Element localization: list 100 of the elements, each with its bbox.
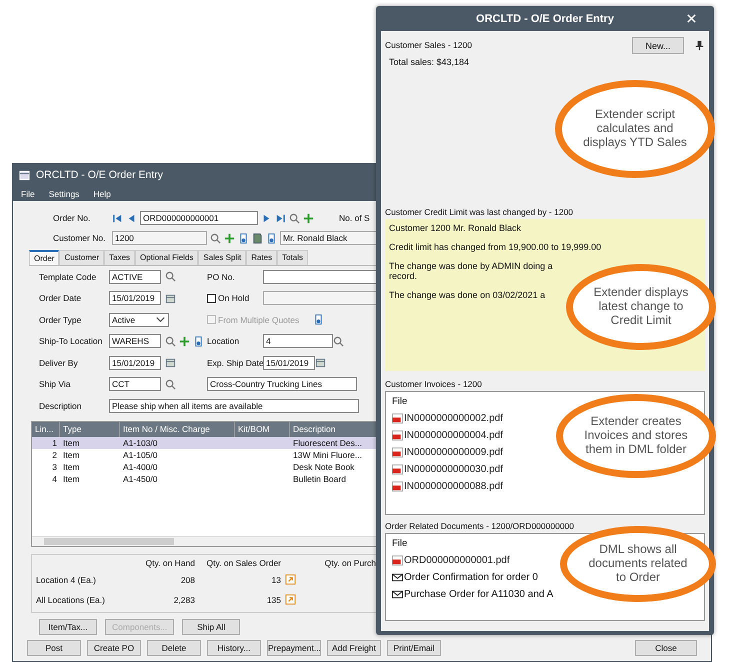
document-icon[interactable] (193, 336, 204, 347)
note-text: record. (389, 271, 418, 281)
menu-item[interactable]: Help (93, 188, 111, 198)
table-cell-text: 3 (51, 460, 58, 472)
section-heading: Customer Invoices - 1200 (385, 379, 483, 389)
tab[interactable]: Rates (246, 250, 278, 265)
tab[interactable]: Taxes (104, 250, 136, 265)
button[interactable]: Ship All (182, 618, 240, 634)
calendar-icon[interactable] (165, 292, 176, 304)
note-text: Credit limit has changed from 19,900.00 to 19,999.00 (389, 242, 602, 252)
table-cell-text: 2,283 (172, 594, 195, 604)
tab[interactable]: Order (29, 250, 60, 265)
table-cell-text: Bulletin Board (292, 472, 347, 484)
document-icon[interactable] (238, 232, 249, 244)
next-record-icon[interactable] (261, 212, 272, 224)
checkbox[interactable] (207, 294, 216, 303)
input-field[interactable]: 1200 (112, 231, 207, 245)
field-label: Deliver By (39, 358, 79, 368)
menu-item[interactable]: File (21, 188, 35, 198)
input-field[interactable]: Cross-Country Trucking Lines (207, 377, 357, 392)
envelope-icon (392, 589, 403, 600)
button[interactable]: Item/Tax... (39, 618, 97, 634)
table-row[interactable]: 4 Item A1-450/0 Bulletin Board (32, 472, 376, 484)
tab[interactable]: Sales Split (198, 250, 246, 265)
window-icon (19, 170, 30, 180)
field-label: Ship-To Location (39, 336, 104, 346)
input-field[interactable]: 4 (263, 334, 333, 348)
column-header: File (392, 538, 408, 549)
input-field[interactable] (263, 270, 377, 284)
search-icon[interactable] (165, 336, 176, 347)
search-icon[interactable] (289, 212, 300, 224)
column-header: Qty. on Hand (144, 558, 195, 568)
field-label: Order No. (52, 213, 92, 223)
button[interactable]: Close (635, 640, 697, 656)
scrollbar[interactable] (32, 536, 376, 546)
button[interactable]: Prepayment... (267, 640, 321, 656)
search-icon[interactable] (333, 336, 344, 347)
pdf-file-icon (392, 464, 403, 475)
first-record-icon[interactable] (112, 212, 123, 224)
column-header[interactable]: Description (290, 422, 376, 436)
pdf-file-icon (392, 413, 403, 424)
date-field[interactable]: 15/01/2019 (109, 356, 161, 370)
file-link[interactable]: IN0000000000002.pdf (404, 413, 503, 424)
notebook-icon[interactable] (252, 232, 263, 244)
input-field[interactable]: Please ship when all items are available (109, 398, 359, 413)
plus-icon[interactable] (303, 212, 314, 224)
pdf-file-icon (392, 481, 403, 492)
plus-icon[interactable] (224, 232, 235, 244)
field-label: Ship Via (39, 379, 72, 390)
calendar-icon[interactable] (165, 357, 176, 368)
button[interactable]: Create PO (87, 640, 141, 656)
file-link[interactable]: Purchase Order for A11030 and A (404, 589, 554, 600)
search-icon[interactable] (165, 271, 176, 282)
search-icon[interactable] (210, 232, 221, 244)
plus-icon[interactable] (179, 336, 190, 347)
button[interactable]: History... (207, 640, 261, 656)
table-row[interactable]: 2 Item A1-105/0 13W Mini Fluore... (32, 448, 376, 460)
file-link[interactable]: IN0000000000004.pdf (404, 430, 503, 441)
button[interactable]: Post (27, 640, 81, 656)
input-field[interactable]: ORD000000000001 (140, 211, 258, 225)
column-header: Qty. on Sales Order (206, 558, 281, 568)
drilldown-icon[interactable] (285, 594, 296, 605)
table-cell-text: Desk Note Book (292, 460, 356, 472)
new-button[interactable]: New... (632, 37, 684, 54)
tab[interactable]: Customer (59, 250, 104, 265)
button[interactable]: Delete (147, 640, 201, 656)
row-label: All Locations (Ea.) (36, 594, 106, 604)
document-icon[interactable] (313, 314, 324, 326)
dropdown[interactable]: Active (109, 312, 169, 327)
pin-icon[interactable] (694, 40, 705, 51)
table-row[interactable]: 1 Item A1-103/0 Fluorescent Des... (32, 436, 376, 448)
date-field[interactable]: 15/01/2019 (263, 356, 315, 370)
table-cell-text: 13W Mini Fluore... (292, 448, 363, 460)
table-cell-text: Item (62, 460, 81, 472)
document-icon[interactable] (266, 232, 277, 244)
calendar-icon[interactable] (315, 357, 326, 368)
drilldown-icon[interactable] (285, 574, 296, 585)
previous-record-icon[interactable] (126, 212, 137, 224)
table-cell-text: A1-400/0 (122, 460, 158, 472)
file-link[interactable]: IN0000000000030.pdf (404, 464, 503, 475)
close-icon[interactable] (686, 13, 697, 24)
button[interactable]: Add Freight (327, 640, 381, 656)
table-cell-text: 135 (266, 594, 281, 604)
tab[interactable]: Optional Fields (135, 250, 198, 265)
menu-item[interactable]: Settings (48, 188, 80, 198)
button[interactable]: Print/Email (387, 640, 441, 656)
note-text: Customer 1200 Mr. Ronald Black (389, 223, 522, 233)
input-field[interactable]: WAREHS (109, 334, 161, 348)
date-field[interactable]: 15/01/2019 (109, 291, 161, 306)
file-link[interactable]: IN0000000000088.pdf (404, 481, 503, 492)
input-field[interactable]: CCT (109, 377, 161, 392)
table-cell-text: 4 (51, 472, 58, 484)
last-record-icon[interactable] (275, 212, 286, 224)
file-link[interactable]: IN0000000000009.pdf (404, 447, 503, 458)
search-icon[interactable] (165, 378, 176, 390)
file-link[interactable]: ORD000000000001.pdf (404, 555, 510, 566)
tab[interactable]: Totals (277, 250, 308, 265)
input-field[interactable]: ACTIVE (109, 270, 161, 284)
file-link[interactable]: Order Confirmation for order 0 (404, 572, 538, 583)
table-row[interactable]: 3 Item A1-400/0 Desk Note Book (32, 460, 376, 472)
